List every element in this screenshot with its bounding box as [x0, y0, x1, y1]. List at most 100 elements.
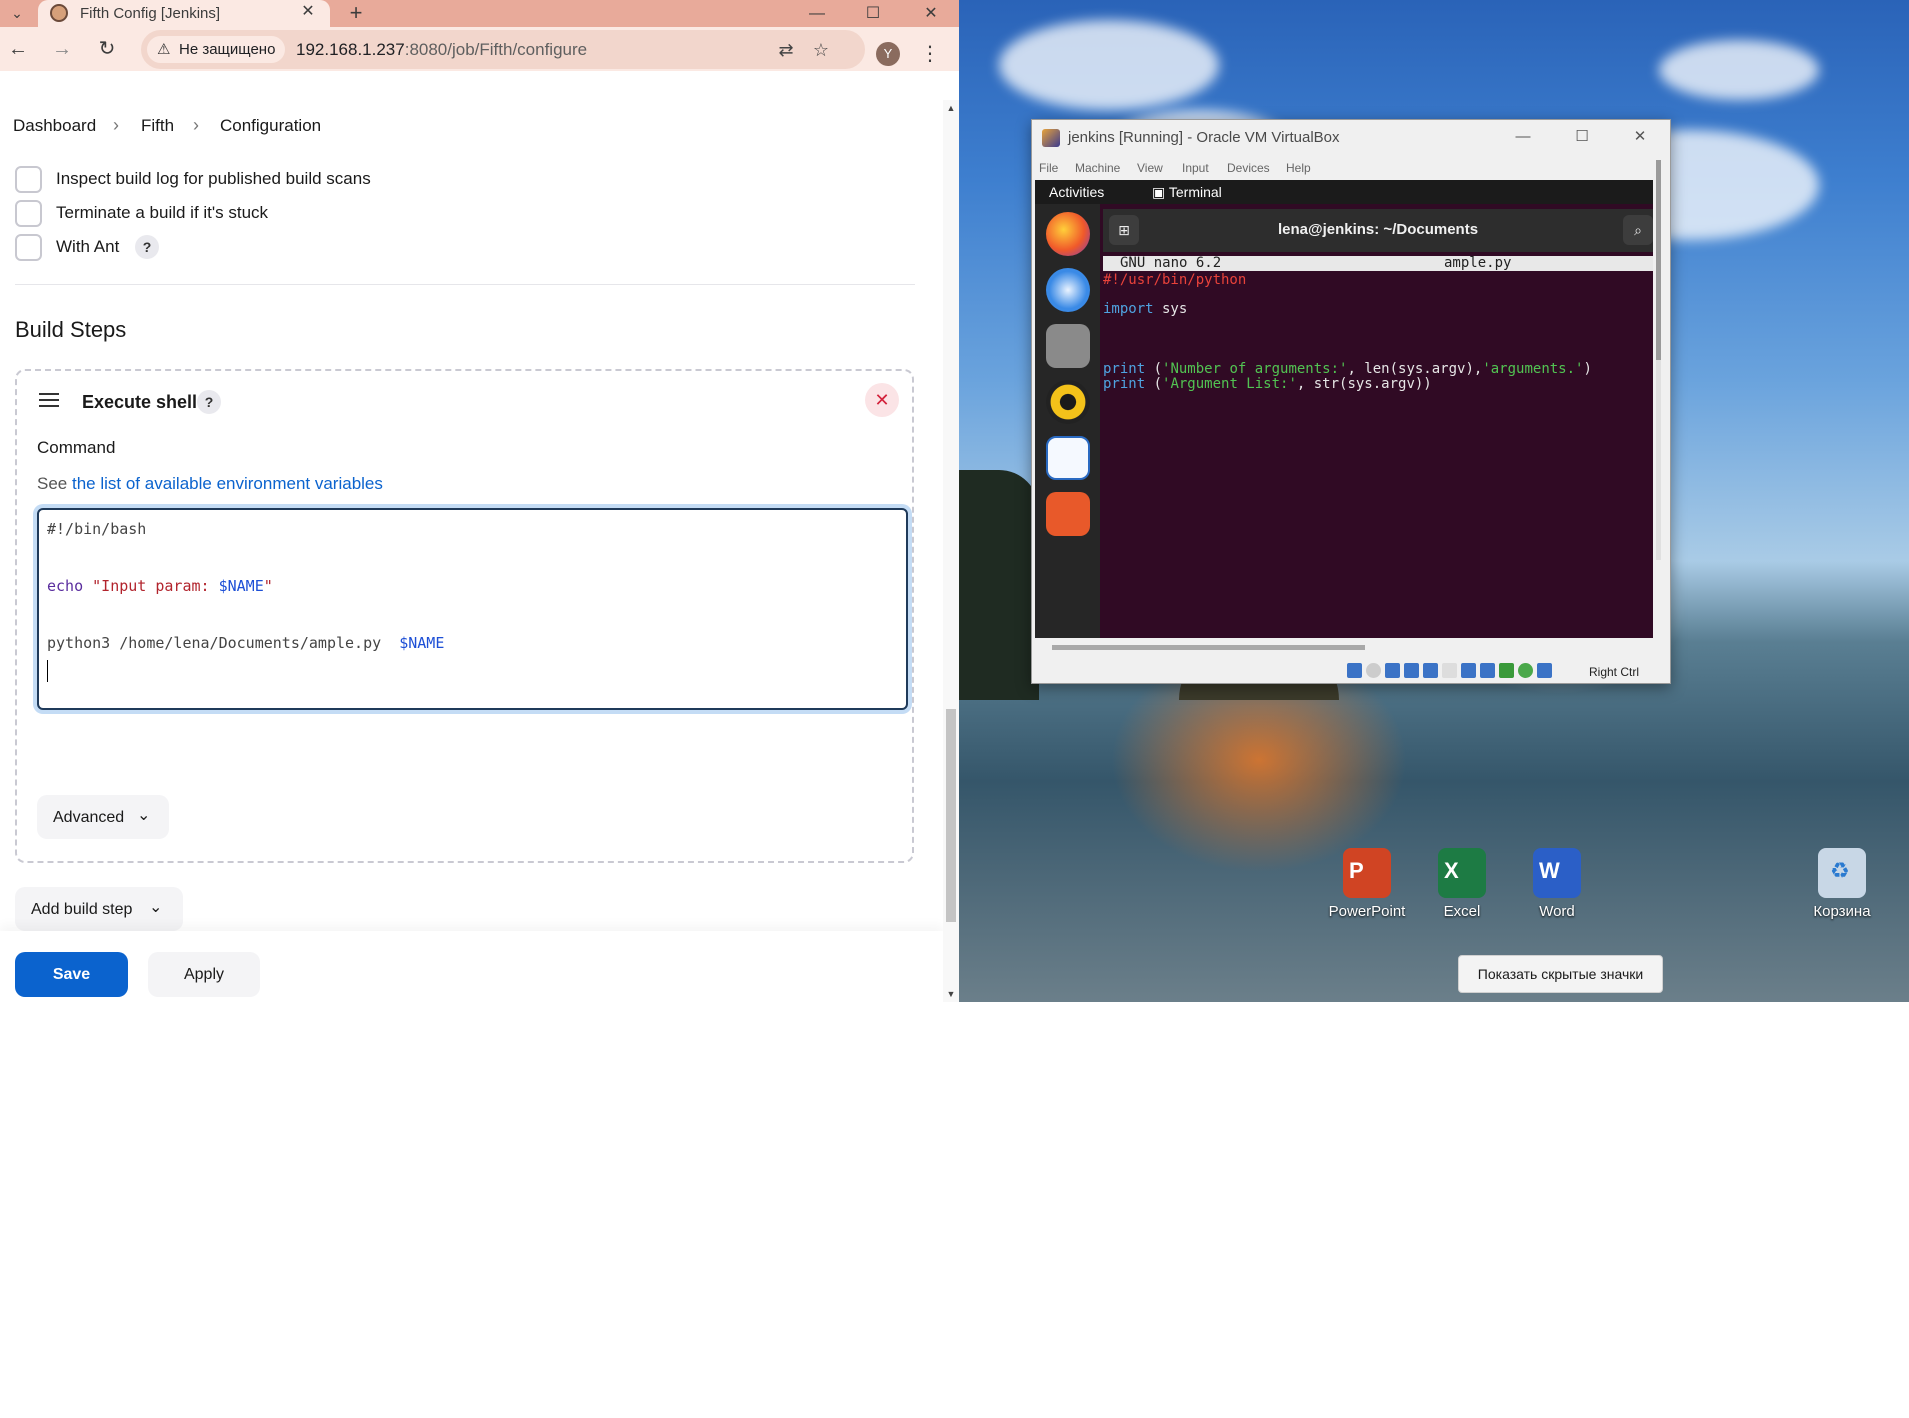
bookmark-star-icon[interactable]: ☆ — [809, 38, 833, 62]
browser-tab[interactable]: Fifth Config [Jenkins] ✕ — [38, 0, 330, 27]
breadcrumb-item-job[interactable]: Fifth — [141, 116, 174, 136]
profile-avatar[interactable]: Y — [876, 42, 900, 66]
keyboard-capture-icon[interactable] — [1537, 663, 1552, 679]
maximize-icon[interactable]: ☐ — [1567, 125, 1597, 149]
menu-machine[interactable]: Machine — [1075, 161, 1120, 175]
network-icon[interactable] — [1404, 663, 1419, 679]
apply-button[interactable]: Apply — [148, 952, 260, 997]
menu-view[interactable]: View — [1137, 161, 1163, 175]
reload-icon[interactable]: ↻ — [92, 34, 122, 64]
minimize-icon[interactable]: — — [1508, 125, 1538, 149]
browser-menu-icon[interactable]: ⋮ — [918, 39, 942, 69]
menu-help[interactable]: Help — [1286, 161, 1311, 175]
help-icon[interactable]: ? — [135, 235, 159, 259]
page-scrollbar[interactable]: ▲ ▼ — [943, 100, 959, 1002]
terminal-app-menu[interactable]: ▣ Terminal — [1152, 184, 1222, 201]
scroll-thumb[interactable] — [1656, 160, 1661, 360]
remove-step-button[interactable]: ✕ — [865, 383, 899, 417]
address-bar[interactable]: ⚠ Не защищено 192.168.1.237:8080/job/Fif… — [141, 30, 865, 69]
desktop-icon-word[interactable]: W Word — [1514, 848, 1600, 938]
cloud — [1659, 40, 1819, 100]
vm-vertical-scrollbar[interactable] — [1656, 160, 1661, 560]
audio-icon[interactable] — [1385, 663, 1400, 679]
nano-line: print ('Argument List:', str(sys.argv)) — [1103, 376, 1432, 392]
hard-disk-icon[interactable] — [1347, 663, 1362, 679]
help-icon[interactable]: ? — [197, 390, 221, 414]
browser-toolbar: ← → ↻ ⚠ Не защищено 192.168.1.237:8080/j… — [0, 27, 959, 71]
icon-letter: W — [1539, 858, 1560, 883]
usb-icon[interactable] — [1423, 663, 1438, 679]
terminal-header: ⊞ lena@jenkins: ~/Documents ⌕ — [1103, 209, 1653, 252]
desktop-icon-recycle-bin[interactable]: ♻ Корзина — [1799, 848, 1885, 938]
scroll-down-icon[interactable]: ▼ — [945, 988, 957, 1000]
advanced-button[interactable]: Advanced ⌄ — [37, 795, 169, 839]
show-hidden-icons-tooltip: Показать скрытые значки — [1458, 955, 1663, 993]
translate-icon[interactable]: ⇄ — [774, 38, 798, 62]
search-icon[interactable]: ⌕ — [1623, 215, 1653, 245]
breadcrumb-separator-icon: › — [193, 115, 199, 135]
display-icon[interactable] — [1461, 663, 1476, 679]
desktop-icon-label: Корзина — [1813, 903, 1871, 920]
code-token: sys — [1153, 301, 1188, 317]
menu-input[interactable]: Input — [1182, 161, 1209, 175]
terminal-title: lena@jenkins: ~/Documents — [1277, 221, 1479, 238]
scroll-thumb[interactable] — [946, 709, 956, 922]
tab-close-icon[interactable]: ✕ — [298, 2, 318, 22]
close-window-icon[interactable]: ✕ — [911, 0, 951, 27]
writer-icon[interactable] — [1046, 436, 1090, 480]
ubuntu-dock — [1035, 204, 1100, 638]
env-vars-link[interactable]: the list of available environment variab… — [72, 474, 383, 493]
desktop-icon-label: PowerPoint — [1328, 903, 1406, 920]
nano-line: print ('Number of arguments:', len(sys.a… — [1103, 361, 1592, 377]
checkbox[interactable] — [15, 166, 42, 193]
app-center-icon[interactable] — [1046, 492, 1090, 536]
url-text[interactable]: 192.168.1.237:8080/job/Fifth/configure — [296, 40, 587, 60]
add-build-step-button[interactable]: Add build step ⌄ — [15, 887, 183, 931]
chevron-down-icon: ⌄ — [137, 807, 151, 824]
drag-handle-icon[interactable] — [39, 393, 59, 409]
execute-shell-step: Execute shell ? ✕ Command See the list o… — [15, 369, 914, 863]
globe-icon[interactable] — [1518, 663, 1533, 679]
back-icon[interactable]: ← — [3, 34, 33, 64]
minimize-icon[interactable]: — — [797, 0, 837, 27]
nano-file: ample.py — [1444, 255, 1512, 271]
menu-devices[interactable]: Devices — [1227, 161, 1270, 175]
desktop-icon-powerpoint[interactable]: P PowerPoint — [1324, 848, 1410, 938]
checkbox[interactable] — [15, 234, 42, 261]
section-title: Build Steps — [15, 317, 127, 342]
save-button[interactable]: Save — [15, 952, 128, 997]
forward-icon[interactable]: → — [47, 34, 77, 64]
activities-button[interactable]: Activities — [1049, 184, 1104, 200]
new-tab-icon[interactable]: + — [343, 0, 369, 26]
scroll-up-icon[interactable]: ▲ — [945, 102, 957, 114]
vm-horizontal-scrollbar[interactable] — [1052, 645, 1365, 650]
vt-icon[interactable] — [1499, 663, 1514, 679]
vm-screen[interactable]: Activities ▣ Terminal ⊞ lena@jenkins: ~/… — [1035, 180, 1653, 638]
rhythmbox-icon[interactable] — [1046, 380, 1090, 424]
firefox-icon[interactable] — [1046, 212, 1090, 256]
shared-folder-icon[interactable] — [1442, 663, 1457, 679]
optical-drive-icon[interactable] — [1366, 663, 1381, 679]
virtualbox-icon — [1042, 129, 1060, 147]
breadcrumb-item-dashboard[interactable]: Dashboard — [13, 116, 96, 136]
command-textarea[interactable]: #!/bin/bash echo "Input param: $NAME" py… — [37, 508, 908, 710]
tab-strip: ⌄ Fifth Config [Jenkins] ✕ + — ☐ ✕ — [0, 0, 959, 27]
tab-search-icon[interactable]: ⌄ — [6, 2, 28, 24]
security-chip[interactable]: ⚠ Не защищено — [147, 36, 285, 63]
gnome-top-bar: Activities ▣ Terminal — [1035, 180, 1653, 204]
recording-icon[interactable] — [1480, 663, 1495, 679]
checkbox[interactable] — [15, 200, 42, 227]
code-token: import — [1103, 301, 1154, 317]
nano-line: #!/usr/bin/python — [1103, 272, 1247, 288]
virtualbox-window: jenkins [Running] - Oracle VM VirtualBox… — [1031, 119, 1671, 684]
code-token: , len(sys.argv), — [1347, 361, 1483, 377]
breadcrumb-item-configuration[interactable]: Configuration — [220, 116, 321, 136]
maximize-icon[interactable]: ☐ — [853, 0, 893, 27]
files-icon[interactable] — [1046, 324, 1090, 368]
terminal-icon: ▣ — [1152, 184, 1166, 200]
close-window-icon[interactable]: ✕ — [1625, 125, 1655, 149]
menu-file[interactable]: File — [1039, 161, 1058, 175]
advanced-label: Advanced — [53, 809, 125, 826]
desktop-icon-excel[interactable]: X Excel — [1419, 848, 1505, 938]
thunderbird-icon[interactable] — [1046, 268, 1090, 312]
